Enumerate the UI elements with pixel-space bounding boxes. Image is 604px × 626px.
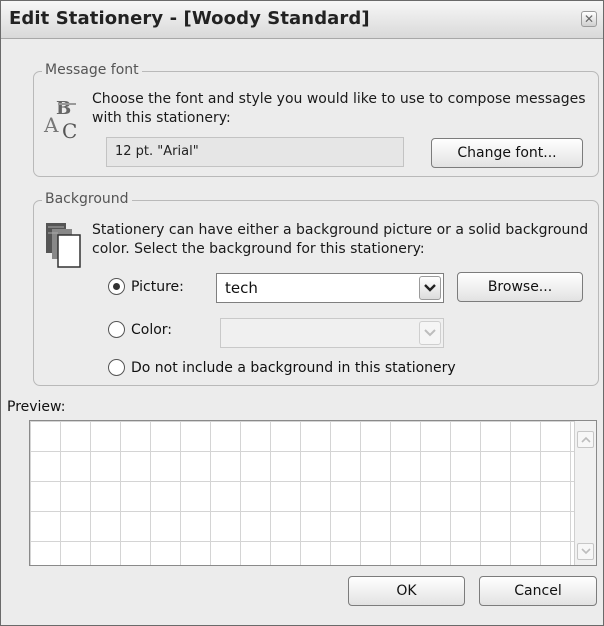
message-font-group: Message font B A C Choose the font and s… (33, 62, 599, 177)
chevron-down-disabled-icon[interactable] (419, 321, 441, 345)
font-abc-icon: B A C (43, 98, 77, 142)
svg-text:A: A (43, 113, 59, 137)
color-radio-option[interactable]: Color: (108, 321, 172, 338)
close-icon: ✕ (583, 12, 595, 26)
no-background-radio-label: Do not include a background in this stat… (131, 359, 456, 376)
browse-button[interactable]: Browse... (457, 272, 583, 302)
picture-radio-option[interactable]: Picture: (108, 278, 184, 295)
picture-dropdown[interactable]: tech (216, 273, 444, 303)
cancel-button[interactable]: Cancel (479, 576, 597, 606)
chevron-down-icon (580, 548, 591, 555)
message-font-description: Choose the font and style you would like… (92, 91, 586, 126)
background-legend: Background (42, 191, 132, 207)
title-bar[interactable]: Edit Stationery - [Woody Standard] ✕ (1, 1, 603, 39)
stacked-pages-icon (46, 223, 81, 268)
scroll-down-button[interactable] (577, 543, 594, 560)
preview-pane (29, 420, 597, 566)
message-font-legend: Message font (42, 62, 142, 78)
picture-dropdown-value: tech (225, 279, 258, 297)
color-radio-label: Color: (131, 321, 173, 338)
font-value-field: 12 pt. "Arial" (106, 137, 404, 167)
color-dropdown[interactable] (220, 318, 444, 348)
scroll-up-button[interactable] (577, 431, 594, 448)
background-group: Background Stationery can have either a … (33, 191, 599, 386)
chevron-down-icon[interactable] (419, 276, 441, 300)
radio-selected-dot (113, 283, 120, 290)
background-description: Stationery can have either a background … (92, 222, 589, 257)
window-title: Edit Stationery - [Woody Standard] (9, 8, 370, 29)
no-background-radio[interactable] (108, 359, 125, 376)
edit-stationery-dialog: Edit Stationery - [Woody Standard] ✕ Mes… (0, 0, 604, 626)
ok-button[interactable]: OK (348, 576, 465, 606)
chevron-up-icon (580, 436, 591, 443)
picture-radio-label: Picture: (131, 278, 184, 295)
preview-scrollbar[interactable] (574, 421, 596, 565)
color-radio[interactable] (108, 321, 125, 338)
preview-label: Preview: (7, 399, 66, 415)
change-font-button[interactable]: Change font... (431, 138, 583, 168)
no-background-radio-option[interactable]: Do not include a background in this stat… (108, 359, 456, 376)
svg-text:C: C (62, 119, 77, 142)
close-button[interactable]: ✕ (581, 11, 597, 27)
picture-radio[interactable] (108, 278, 125, 295)
